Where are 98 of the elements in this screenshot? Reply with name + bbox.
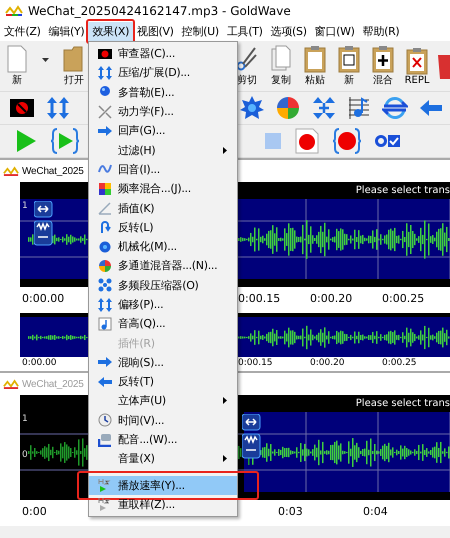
axis-label: 0 (22, 450, 28, 460)
window-title: WeChat_20250424162147.mp3 - GoldWave (28, 4, 291, 18)
time-label: 0:00.00 (22, 358, 57, 368)
menu-item[interactable]: 回声(G)... (89, 121, 237, 140)
menu-item[interactable]: 回音(I)... (89, 160, 237, 180)
submenu-arrow-icon (223, 455, 227, 462)
menu-item[interactable]: 多频段压缩器(O) (89, 276, 237, 295)
dots-icon (98, 278, 112, 292)
toolbar-button[interactable]: 复制 (268, 45, 294, 87)
time-label: 0:03 (278, 505, 303, 518)
toolbar-button[interactable]: 剪切 (234, 45, 260, 87)
toolbar-button[interactable]: 打开 (61, 45, 87, 87)
menu-item[interactable]: 工具(T) (222, 22, 267, 40)
left-arrow-icon (98, 374, 112, 389)
status-text: Please select trans (356, 185, 450, 196)
channel-label: 1 (22, 414, 28, 424)
menu-item[interactable]: 混响(S)... (89, 352, 237, 372)
time-label: 0:00.20 (310, 358, 345, 368)
clipboard-icon (371, 45, 395, 73)
arrows-icon (98, 66, 112, 80)
menu-item[interactable]: 音高(Q)... (89, 314, 237, 334)
menu-item[interactable]: 反转(T) (89, 372, 237, 392)
document-title: WeChat_2025 (22, 378, 84, 390)
submenu-arrow-icon (223, 146, 227, 154)
hz-icon (98, 478, 112, 492)
arrows-icon[interactable] (312, 96, 336, 120)
menu-item[interactable]: 窗口(W) (310, 22, 359, 40)
time-label: 0:00.20 (310, 292, 352, 305)
time-label: 0:00.15 (238, 292, 280, 305)
rotate-arrows-icon[interactable] (382, 96, 408, 120)
time-label: 0:04 (363, 505, 388, 518)
note-icon (98, 316, 112, 331)
clock-icon (98, 413, 112, 428)
menu-item[interactable]: 编辑(Y) (44, 22, 88, 40)
curved-arrow-icon (98, 220, 112, 234)
toolbar-button[interactable]: 新 (4, 45, 30, 87)
arrows-icon (98, 298, 112, 312)
menu-item[interactable]: 音量(X) (89, 449, 237, 469)
note-icon[interactable] (348, 96, 370, 120)
menu-item[interactable]: 过滤(H) (89, 140, 237, 160)
time-label: 0:00.25 (382, 292, 424, 305)
menu-item[interactable]: 视图(V) (133, 22, 178, 40)
left-arrow-icon[interactable] (420, 99, 442, 117)
menu-item[interactable]: 帮助(R) (358, 22, 404, 40)
menu-item[interactable]: 反转(L) (89, 218, 237, 237)
wave-logo-icon (3, 166, 19, 176)
channel-label: 1 (22, 201, 28, 211)
toolbar-button[interactable]: 新 (336, 45, 362, 87)
color-wheel-icon[interactable] (276, 96, 300, 120)
blocks-icon (98, 182, 112, 196)
play-braces-icon[interactable] (51, 128, 79, 154)
menu-item[interactable]: 压缩/扩展(D)... (89, 63, 237, 83)
menu-item[interactable]: 多通道混音器...(N)... (89, 256, 237, 276)
wave-logo-icon (5, 4, 23, 16)
color-wheel-icon (98, 258, 112, 273)
time-label: 0:00 (22, 505, 47, 518)
arrow-icon (98, 355, 112, 370)
toolbar-button[interactable]: REPL (404, 46, 430, 86)
record-braces-icon[interactable] (333, 128, 361, 154)
menu-item[interactable]: 频率混合...(J)... (89, 179, 237, 198)
chat-icon (98, 432, 112, 447)
hz-icon (98, 497, 112, 512)
menu-item[interactable]: 机械化(M)... (89, 236, 237, 256)
menu-item[interactable]: 文件(Z) (0, 22, 45, 40)
caret-icon[interactable] (42, 58, 49, 62)
page-icon (5, 45, 29, 73)
arrow-icon (98, 124, 112, 138)
toolbar-button[interactable]: 粘贴 (302, 45, 328, 87)
menu-item[interactable]: 控制(U) (178, 22, 223, 40)
document-title: WeChat_2025 (22, 166, 84, 176)
arrows-icon[interactable] (46, 96, 70, 120)
menu-item[interactable]: 偏移(P)... (89, 294, 237, 314)
clipboard-icon (303, 45, 327, 73)
time-label: 0:00.25 (382, 358, 417, 368)
menu-item[interactable]: 多普勒(E)... (89, 82, 237, 102)
time-label: 0:00.15 (238, 358, 273, 368)
menu-item[interactable]: 动力学(F)... (89, 102, 237, 122)
menu-item[interactable]: 审查器(C)... (89, 44, 237, 64)
time-label: 0:00.00 (22, 292, 64, 305)
menu-item[interactable]: 时间(V)... (89, 410, 237, 430)
clipboard-icon (337, 45, 361, 73)
wave-logo-icon (3, 378, 19, 390)
pages-icon (269, 45, 293, 73)
toolbar-button[interactable]: 混合 (370, 45, 396, 87)
status-text: Please select trans (356, 398, 450, 409)
submenu-arrow-icon (223, 397, 227, 404)
menu-item[interactable]: 立体声(U) (89, 391, 237, 411)
menu-item[interactable]: 插值(K) (89, 198, 237, 218)
circle-check-icon[interactable] (375, 134, 401, 148)
menu-item[interactable]: 选项(S) (266, 22, 311, 40)
menu-item[interactable]: 播放速率(Y)... (89, 476, 237, 495)
menu-item[interactable]: 效果(X) (88, 22, 134, 40)
scissors-icon (235, 45, 259, 73)
record-icon[interactable] (295, 128, 319, 154)
menu-item[interactable]: 重取样(Z)... (89, 494, 237, 514)
graph-icon (98, 201, 112, 216)
clipboard-icon (405, 46, 429, 74)
menu-item[interactable]: 配音...(W)... (89, 430, 237, 450)
